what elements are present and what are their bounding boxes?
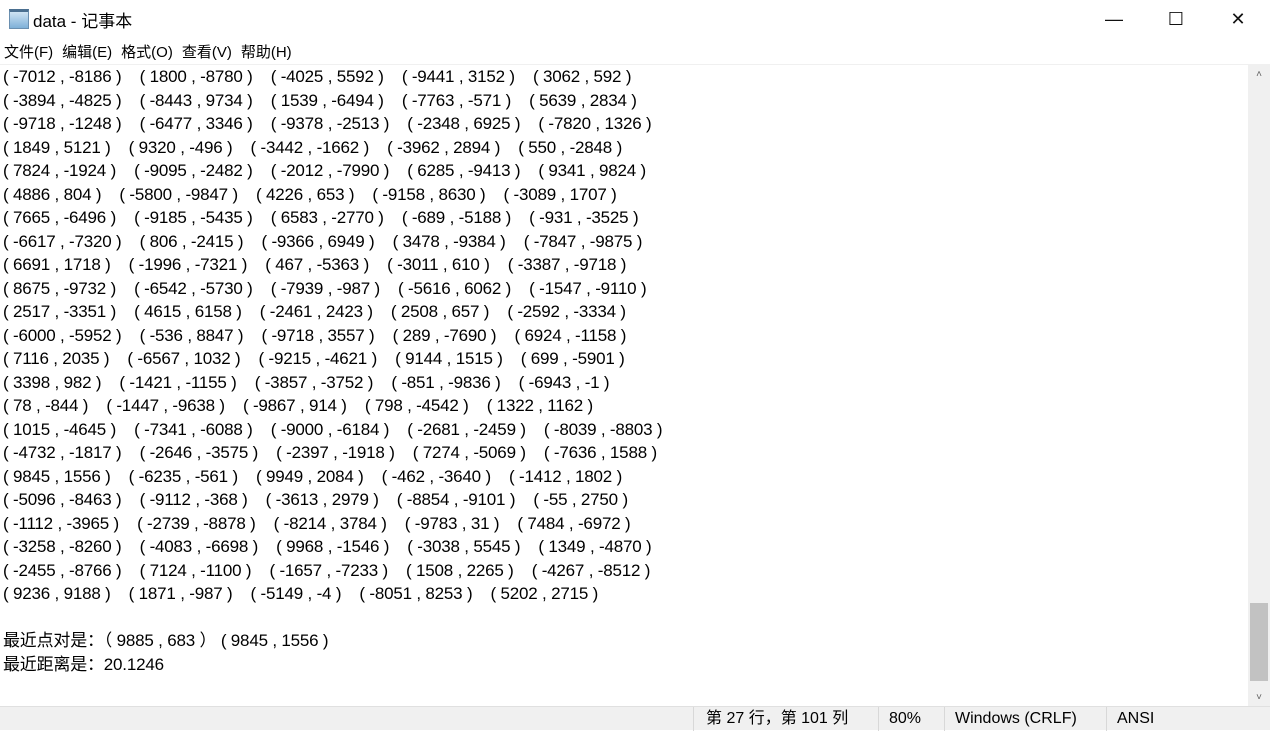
menu-view[interactable]: 查看(V) <box>178 41 237 62</box>
title-bar: data - 记事本 — ☐ ✕ <box>0 0 1270 38</box>
menu-file[interactable]: 文件(F) <box>0 41 58 62</box>
menu-edit[interactable]: 编辑(E) <box>58 41 117 62</box>
text-line: ( -5096 , -8463 ) ( -9112 , -368 ) ( -36… <box>3 490 628 509</box>
zoom-level: 80% <box>878 707 944 731</box>
text-line: ( -1112 , -3965 ) ( -2739 , -8878 ) ( -8… <box>3 513 631 533</box>
text-line: ( 9236 , 9188 ) ( 1871 , -987 ) ( -5149 … <box>3 584 599 603</box>
text-editor[interactable]: ( -7012 , -8186 ) ( 1800 , -8780 ) ( -40… <box>0 65 1248 705</box>
scroll-up-icon[interactable]: ˄ <box>1248 65 1270 83</box>
text-line: ( -6000 , -5952 ) ( -536 , 8847 ) ( -971… <box>3 325 627 345</box>
close-button[interactable]: ✕ <box>1207 0 1269 38</box>
text-line: ( 2517 , -3351 ) ( 4615 , 6158 ) ( -2461… <box>3 302 626 321</box>
text-line: ( 9845 , 1556 ) ( -6235 , -561 ) ( 9949 … <box>3 466 623 486</box>
text-line: ( 1015 , -4645 ) ( -7341 , -6088 ) ( -90… <box>3 419 663 439</box>
text-line: ( 3398 , 982 ) ( -1421 , -1155 ) ( -3857… <box>3 372 610 392</box>
menu-help[interactable]: 帮助(H) <box>237 41 297 62</box>
text-line: ( 8675 , -9732 ) ( -6542 , -5730 ) ( -79… <box>3 278 647 298</box>
text-line: ( -6617 , -7320 ) ( 806 , -2415 ) ( -936… <box>3 231 643 251</box>
notepad-icon <box>9 9 29 29</box>
text-line: ( -3258 , -8260 ) ( -4083 , -6698 ) ( 99… <box>3 537 652 556</box>
text-line: ( -2455 , -8766 ) ( 7124 , -1100 ) ( -16… <box>3 560 651 580</box>
scroll-down-icon[interactable]: ˅ <box>1248 688 1270 706</box>
text-line: ( 7116 , 2035 ) ( -6567 , 1032 ) ( -9215… <box>3 349 625 368</box>
line-ending: Windows (CRLF) <box>944 707 1106 731</box>
text-line: 最近点对是：（ 9885 , 683 ） ( 9845 , 1556 ) <box>3 631 329 650</box>
text-line: ( 78 , -844 ) ( -1447 , -9638 ) ( -9867 … <box>3 396 594 415</box>
vertical-scrollbar[interactable]: ˄ ˅ <box>1248 65 1270 706</box>
menu-format[interactable]: 格式(O) <box>117 41 178 62</box>
text-line: ( 7824 , -1924 ) ( -9095 , -2482 ) ( -20… <box>3 161 647 180</box>
text-line: ( -7012 , -8186 ) ( 1800 , -8780 ) ( -40… <box>3 67 632 86</box>
cursor-position: 第 27 行，第 101 列 <box>693 707 883 731</box>
scrollbar-thumb[interactable] <box>1250 603 1268 681</box>
text-content[interactable]: ( -7012 , -8186 ) ( 1800 , -8780 ) ( -40… <box>3 65 663 676</box>
text-line: ( -3894 , -4825 ) ( -8443 , 9734 ) ( 153… <box>3 90 637 110</box>
text-line: ( 1849 , 5121 ) ( 9320 , -496 ) ( -3442 … <box>3 137 623 157</box>
text-line: ( -4732 , -1817 ) ( -2646 , -3575 ) ( -2… <box>3 443 657 462</box>
minimize-button[interactable]: — <box>1083 0 1145 38</box>
text-line: ( 7665 , -6496 ) ( -9185 , -5435 ) ( 658… <box>3 208 639 227</box>
menu-bar: 文件(F) 编辑(E) 格式(O) 查看(V) 帮助(H) <box>0 38 1270 65</box>
window-title: data - 记事本 <box>33 11 133 31</box>
encoding: ANSI <box>1106 707 1246 731</box>
text-line: ( -9718 , -1248 ) ( -6477 , 3346 ) ( -93… <box>3 114 652 133</box>
text-line: 最近距离是：20.1246 <box>3 654 164 674</box>
text-line: ( 4886 , 804 ) ( -5800 , -9847 ) ( 4226 … <box>3 184 617 204</box>
text-line: ( 6691 , 1718 ) ( -1996 , -7321 ) ( 467 … <box>3 255 627 274</box>
text-line <box>3 606 662 630</box>
maximize-button[interactable]: ☐ <box>1145 0 1207 38</box>
status-bar: 第 27 行，第 101 列 80% Windows (CRLF) ANSI <box>0 706 1270 731</box>
